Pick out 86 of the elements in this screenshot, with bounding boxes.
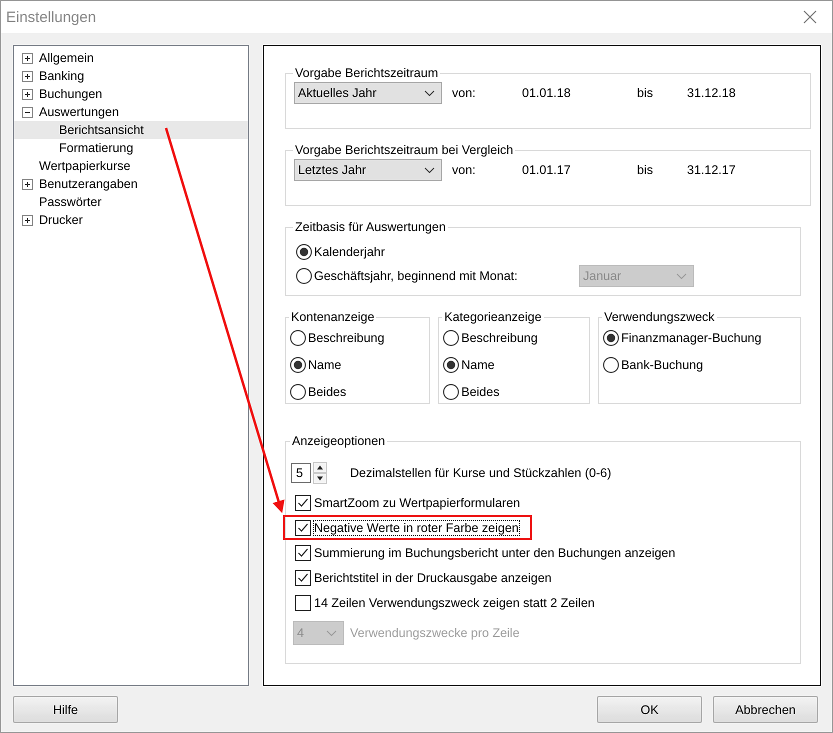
tree-item[interactable]: Buchungen: [14, 85, 248, 103]
radio-label: Beides: [461, 384, 500, 398]
from-label: von:: [452, 86, 477, 100]
from-date: 01.01.17: [522, 163, 572, 177]
group-title: Verwendungszweck: [603, 310, 716, 324]
tree-label: Berichtsansicht: [59, 123, 144, 137]
tree-label: Banking: [39, 69, 84, 83]
radio-label: Geschäftsjahr, beginnend mit Monat:: [314, 269, 518, 283]
dialog-button[interactable]: OK: [597, 696, 702, 723]
checkbox[interactable]: [295, 570, 311, 586]
from-label: von:: [452, 163, 477, 177]
chevron-down-icon: [326, 630, 337, 636]
radio-label: Beschreibung: [461, 330, 538, 344]
radio-button[interactable]: [443, 384, 460, 400]
checkbox[interactable]: [295, 544, 311, 560]
tree-item[interactable]: Benutzerangaben: [14, 175, 248, 193]
per-line-label: Verwendungszwecke pro Zeile: [350, 626, 520, 640]
number-spinner[interactable]: 5: [291, 463, 311, 483]
radio-label: Name: [461, 358, 495, 372]
checkbox-label: Summierung im Buchungsbericht unter den Buchungen anzeigen: [314, 546, 676, 560]
tree-label: Allgemein: [39, 51, 94, 65]
tree-item[interactable]: Allgemein: [14, 49, 248, 67]
tree-item[interactable]: Berichtsansicht: [14, 121, 248, 139]
expand-icon[interactable]: [22, 52, 33, 64]
radio-button[interactable]: [296, 244, 312, 260]
tree-label: Auswertungen: [39, 105, 119, 119]
collapse-icon[interactable]: [22, 106, 33, 118]
checkbox-label: Berichtstitel in der Druckausgabe anzeigen: [314, 570, 552, 584]
from-date: 01.01.18: [522, 86, 572, 100]
to-label: bis: [637, 86, 654, 100]
chevron-down-icon: [424, 90, 435, 96]
expand-icon[interactable]: [22, 70, 33, 82]
radio-button[interactable]: [296, 268, 312, 284]
checkbox[interactable]: [295, 494, 311, 510]
tree-label: Wertpapierkurse: [39, 159, 130, 173]
to-date: 31.12.18: [687, 86, 737, 100]
close-icon[interactable]: [803, 10, 817, 24]
checkbox-label: SmartZoom zu Wertpapierformularen: [314, 496, 520, 510]
tree-item[interactable]: Formatierung: [14, 139, 248, 157]
group-title: Anzeigeoptionen: [291, 434, 386, 448]
radio-label: Bank-Buchung: [621, 358, 704, 372]
radio-button[interactable]: [443, 330, 460, 346]
radio-button[interactable]: [290, 356, 306, 372]
tree-item[interactable]: Passwörter: [14, 193, 248, 211]
expand-icon[interactable]: [22, 178, 33, 190]
expand-icon[interactable]: [22, 214, 33, 226]
checkbox[interactable]: [295, 520, 311, 536]
tree-item[interactable]: Wertpapierkurse: [14, 157, 248, 175]
radio-label: Finanzmanager-Buchung: [621, 330, 762, 344]
group-title: Kategorieanzeige: [443, 310, 543, 324]
chevron-down-icon: [676, 272, 687, 280]
dropdown[interactable]: Aktuelles Jahr: [294, 82, 442, 104]
tree-item[interactable]: Banking: [14, 67, 248, 85]
chevron-down-icon: [424, 166, 435, 174]
radio-button[interactable]: [603, 356, 620, 372]
radio-label: Beides: [308, 384, 346, 398]
tree-label: Passwörter: [39, 195, 102, 209]
dropdown[interactable]: Letztes Jahr: [294, 159, 442, 181]
tree-label: Buchungen: [39, 87, 102, 101]
radio-label: Name: [308, 358, 342, 372]
tree-item[interactable]: Auswertungen: [14, 103, 248, 121]
spin-arrows-icon[interactable]: [313, 462, 327, 484]
window-title: Einstellungen: [6, 8, 96, 26]
radio-label: Kalenderjahr: [314, 245, 385, 259]
group-title: Vorgabe Berichtszeitraum bei Vergleich: [294, 143, 514, 157]
to-label: bis: [637, 163, 654, 177]
tree-label: Benutzerangaben: [39, 177, 138, 191]
checkbox-label: Negative Werte in roter Farbe zeigen: [314, 520, 519, 534]
group-title: Zeitbasis für Auswertungen: [294, 220, 447, 234]
radio-button[interactable]: [290, 384, 306, 400]
tree-label: Drucker: [39, 213, 83, 227]
decimals-label: Dezimalstellen für Kurse und Stückzahlen (0-6): [350, 466, 612, 480]
to-date: 31.12.17: [687, 163, 737, 177]
dialog-button[interactable]: Hilfe: [13, 696, 118, 723]
tree-label: Formatierung: [59, 141, 134, 155]
radio-button[interactable]: [290, 330, 306, 346]
radio-button[interactable]: [603, 330, 620, 346]
checkbox-label: 14 Zeilen Verwendungszweck zeigen statt 2 Zeilen: [314, 596, 595, 610]
group-title: Kontenanzeige: [290, 310, 376, 324]
radio-label: Beschreibung: [308, 330, 384, 344]
dialog-button[interactable]: Abbrechen: [713, 696, 818, 723]
expand-icon[interactable]: [22, 88, 33, 100]
checkbox[interactable]: [295, 594, 311, 610]
tree-item[interactable]: Drucker: [14, 211, 248, 229]
radio-button[interactable]: [443, 356, 460, 372]
group-title: Vorgabe Berichtszeitraum: [294, 66, 440, 80]
